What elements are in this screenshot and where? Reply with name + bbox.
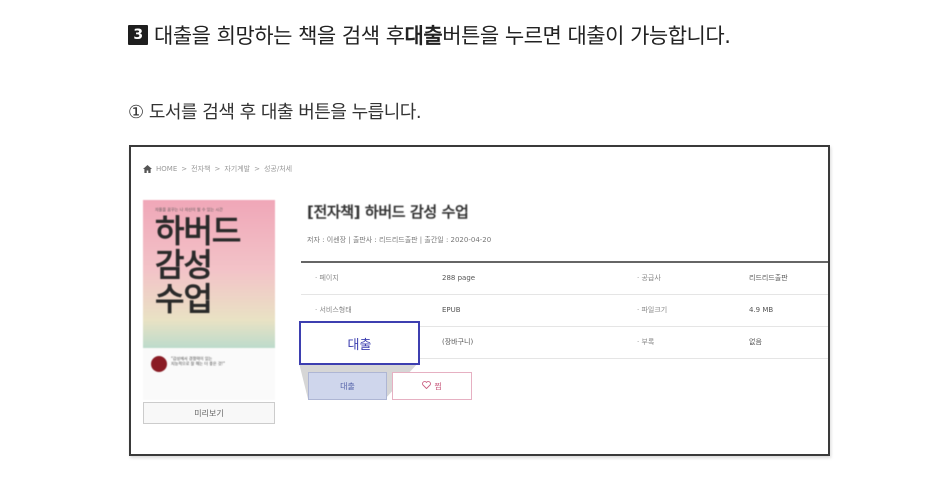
info-value: 없음 xyxy=(749,338,762,346)
heading-text-bold: 대출 xyxy=(404,24,443,48)
wishlist-label: 찜 xyxy=(434,381,442,391)
breadcrumb-item-self-development[interactable]: 자기계발 xyxy=(224,164,250,174)
info-label: · 부록 xyxy=(637,338,655,346)
breadcrumb-item-success[interactable]: 성공/처세 xyxy=(264,164,292,174)
breadcrumb-separator: > xyxy=(181,165,188,173)
cover-footer: "감성에서 경쟁력이 있는 지능적으로 잘 해는 더 좋은 것!" xyxy=(143,348,275,400)
sub-step-heading: ① 도서를 검색 후 대출 버튼을 누릅니다. xyxy=(128,102,422,123)
table-row: · 페이지 288 page · 공급사 리드리드출판 xyxy=(301,262,828,294)
cover-title-line: 수업 xyxy=(155,280,213,318)
cover-quote: "감성에서 경쟁력이 있는 지능적으로 잘 해는 더 좋은 것!" xyxy=(171,356,225,366)
preview-button[interactable]: 미리보기 xyxy=(143,402,275,424)
breadcrumb-separator: > xyxy=(214,165,221,173)
breadcrumb-item-ebook[interactable]: 전자책 xyxy=(191,164,210,174)
step-number-badge: 3 xyxy=(128,25,148,45)
book-title: [전자책] 하버드 감성 수업 xyxy=(307,203,469,221)
heading-text-after: 버튼을 누르면 대출이 가능합니다. xyxy=(442,24,731,48)
home-icon[interactable] xyxy=(143,165,152,173)
info-value: 4.9 MB xyxy=(749,306,774,314)
info-value: EPUB xyxy=(442,306,461,314)
breadcrumb-separator: > xyxy=(254,165,260,173)
borrow-button[interactable]: 대출 xyxy=(308,372,387,400)
step-heading: 3 대출을 희망하는 책을 검색 후 대출 버튼을 누르면 대출이 가능합니다. xyxy=(128,18,731,52)
book-meta: 저자 : 이센장 | 출판사 : 리드리드출판 | 출간일 : 2020-04-… xyxy=(307,236,492,244)
wishlist-button[interactable]: 찜 xyxy=(392,372,472,400)
screenshot-frame: HOME > 전자책 > 자기계발 > 성공/처세 자율을 꿈꾸는 나 자신이 … xyxy=(129,145,830,456)
info-label: · 페이지 xyxy=(315,274,339,283)
heart-icon xyxy=(422,381,432,391)
breadcrumb-item-home[interactable]: HOME xyxy=(156,165,177,173)
book-cover-image[interactable]: 자율을 꿈꾸는 나 자신이 될 수 있는 시간 하버드 감성 수업 "감성에서 … xyxy=(143,200,275,400)
cover-title: 하버드 감성 수업 xyxy=(155,212,241,318)
cover-title-line: 하버드 xyxy=(155,212,241,250)
info-value: 288 page xyxy=(442,274,476,283)
university-seal-icon xyxy=(151,356,167,372)
info-label: · 파일크기 xyxy=(637,306,668,314)
info-value: 리드리드출판 xyxy=(749,274,788,283)
heading-text-before: 대출을 희망하는 책을 검색 후 xyxy=(154,24,405,48)
breadcrumb: HOME > 전자책 > 자기계발 > 성공/처세 xyxy=(143,164,292,174)
info-value: (장바구니) xyxy=(442,338,474,346)
borrow-button-callout[interactable]: 대출 xyxy=(299,321,420,365)
info-label: · 공급사 xyxy=(637,274,661,283)
cover-title-line: 감성 xyxy=(155,246,213,284)
